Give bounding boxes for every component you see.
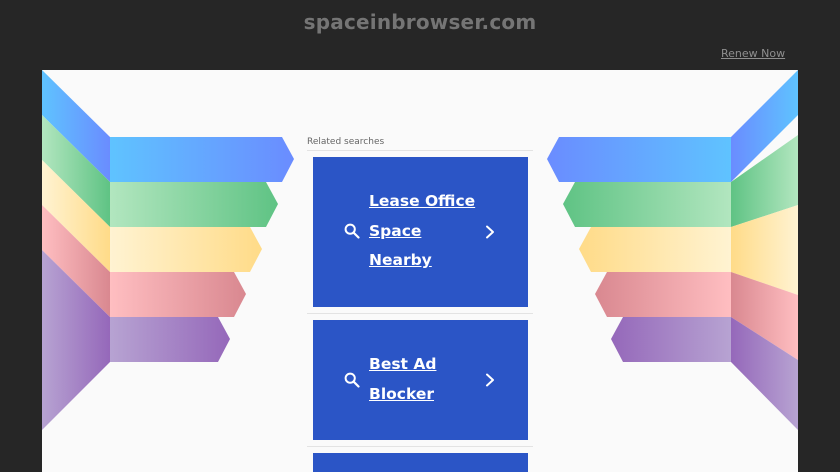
ribbon-arrow (563, 182, 731, 227)
ribbon-arrow (110, 317, 230, 362)
ribbon-arrow (547, 137, 731, 182)
related-searches-label: Related searches (307, 137, 385, 147)
search-card-label[interactable]: Best Ad Blocker (369, 350, 489, 409)
search-card-partial[interactable] (313, 453, 528, 472)
ribbon-arrow (110, 182, 278, 227)
ribbon-arrow (595, 272, 731, 317)
chevron-right-icon (486, 373, 494, 387)
renew-now-link[interactable]: Renew Now (721, 47, 785, 60)
search-card-best-ad-blocker[interactable]: Best Ad Blocker (313, 320, 528, 440)
ribbon-arrow (110, 272, 246, 317)
ribbon-arrow (110, 137, 294, 182)
search-icon (344, 372, 360, 388)
divider (307, 313, 533, 314)
domain-title: spaceinbrowser.com (303, 10, 537, 34)
search-card-label[interactable]: Lease Office Space Nearby (369, 187, 489, 276)
divider (307, 150, 533, 151)
ribbon-arrow (579, 227, 731, 272)
divider (307, 446, 533, 447)
ribbon-arrow (611, 317, 731, 362)
chevron-right-icon (486, 225, 494, 239)
ribbon-arrow (110, 227, 262, 272)
search-card-lease-office[interactable]: Lease Office Space Nearby (313, 157, 528, 307)
search-icon (344, 223, 360, 239)
